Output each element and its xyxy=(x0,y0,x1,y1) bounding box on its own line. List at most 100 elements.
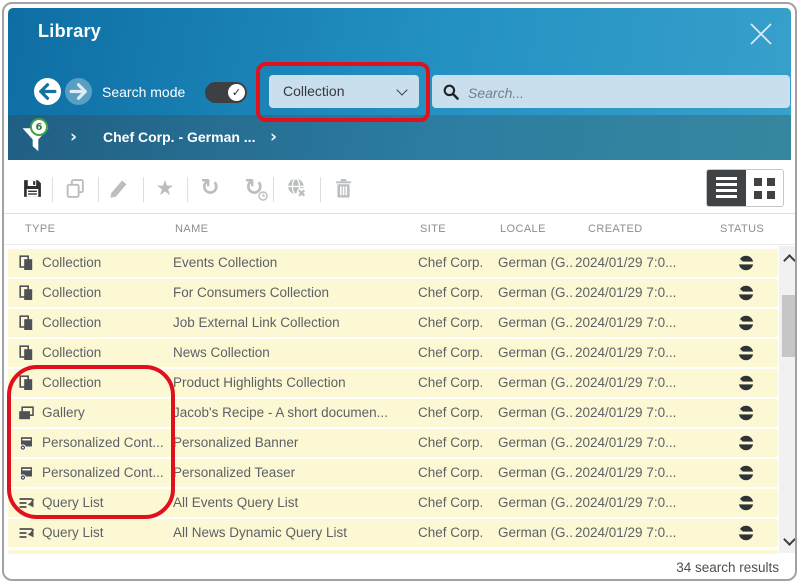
publication-status-icon xyxy=(738,345,754,361)
publication-status-icon xyxy=(738,495,754,511)
view-mode-toggle xyxy=(706,169,784,207)
publication-status-icon xyxy=(738,435,754,451)
search-field xyxy=(432,75,790,108)
cell-site: Chef Corp. xyxy=(418,489,494,517)
copy-button[interactable] xyxy=(63,176,87,200)
breadcrumb-item[interactable]: Chef Corp. - German ... xyxy=(103,129,255,145)
column-header-locale[interactable]: LOCALE xyxy=(500,223,546,235)
refresh-button[interactable]: ↻ xyxy=(198,176,222,200)
table-row[interactable]: Collection Events Collection Chef Corp. … xyxy=(8,249,778,277)
cell-type: Personalized Cont... xyxy=(42,429,170,457)
search-mode-toggle[interactable]: ✓ xyxy=(205,82,247,103)
cell-created: 2024/01/29 7:0... xyxy=(575,459,680,487)
cell-locale: German (G... xyxy=(498,279,572,307)
back-button[interactable] xyxy=(34,78,61,105)
clock-icon xyxy=(258,191,268,201)
column-header-name[interactable]: NAME xyxy=(175,223,208,235)
library-dialog: Library Search mode ✓ Collection xyxy=(2,2,797,581)
copy-icon xyxy=(65,178,86,199)
cell-name: Personalized Banner xyxy=(173,429,415,457)
content-type-icon xyxy=(18,525,34,541)
cell-site: Chef Corp. xyxy=(418,519,494,547)
table-row[interactable]: Personalized Cont... Personalized Banner… xyxy=(8,429,778,457)
publication-status-icon xyxy=(738,285,754,301)
cell-type: Query List xyxy=(42,489,170,517)
dialog-header: Library Search mode ✓ Collection xyxy=(8,8,791,115)
toolbar-divider xyxy=(98,177,99,202)
cell-locale: German (G... xyxy=(498,309,572,337)
publication-status-icon xyxy=(738,465,754,481)
cell-name: Job External Link Collection xyxy=(173,309,415,337)
cell-type: Collection xyxy=(42,339,170,367)
cell-name: All Events Query List xyxy=(173,489,415,517)
publication-status-icon xyxy=(738,525,754,541)
table-row[interactable]: Query List All Events Query List Chef Co… xyxy=(8,489,778,517)
cell-created: 2024/01/29 7:0... xyxy=(575,279,680,307)
star-icon: ★ xyxy=(156,177,175,199)
cell-name: Product Highlights Collection xyxy=(173,369,415,397)
cell-created: 2024/01/29 7:0... xyxy=(575,339,680,367)
column-header-created[interactable]: CREATED xyxy=(588,223,643,235)
favorite-button[interactable]: ★ xyxy=(153,176,177,200)
cell-name: For Consumers Collection xyxy=(173,279,415,307)
column-header-type[interactable]: TYPE xyxy=(25,223,55,235)
table-row[interactable]: Collection For Consumers Collection Chef… xyxy=(8,279,778,307)
grid-view-button[interactable] xyxy=(746,170,784,206)
cell-locale: German (G... xyxy=(498,489,572,517)
scroll-up-icon[interactable] xyxy=(783,254,796,267)
cell-locale: German (G... xyxy=(498,369,572,397)
edit-button[interactable] xyxy=(106,176,130,200)
breadcrumb-chevron-icon: › xyxy=(270,127,277,147)
column-header-site[interactable]: SITE xyxy=(420,223,446,235)
table-row[interactable]: Query List All News Dynamic Query List C… xyxy=(8,519,778,547)
toolbar-divider xyxy=(52,177,53,202)
cell-locale: German (G... xyxy=(498,429,572,457)
pencil-icon xyxy=(108,178,129,199)
breadcrumb-chevron-icon: › xyxy=(70,127,77,147)
check-icon: ✓ xyxy=(228,84,245,101)
table-row[interactable]: Collection Job External Link Collection … xyxy=(8,309,778,337)
trash-icon xyxy=(333,178,354,199)
table-row[interactable]: Collection News Collection Chef Corp. Ge… xyxy=(8,339,778,367)
cell-created: 2024/01/29 7:0... xyxy=(575,399,680,427)
search-mode-label: Search mode xyxy=(102,84,185,100)
content-type-icon xyxy=(18,345,34,361)
cell-locale: German (G... xyxy=(498,519,572,547)
cell-site: Chef Corp. xyxy=(418,249,494,277)
refresh-icon: ↻ xyxy=(200,177,219,199)
vertical-scrollbar[interactable] xyxy=(779,246,797,553)
delete-button[interactable] xyxy=(331,176,355,200)
refresh-schedule-button[interactable]: ↻ xyxy=(242,176,266,200)
scrollbar-thumb[interactable] xyxy=(782,295,795,357)
table-row[interactable]: Gallery Jacob's Recipe - A short documen… xyxy=(8,399,778,427)
save-button[interactable] xyxy=(20,176,44,200)
scroll-down-icon[interactable] xyxy=(783,533,796,546)
cell-type: Collection xyxy=(42,249,170,277)
table-row[interactable]: Personalized Cont... Personalized Teaser… xyxy=(8,459,778,487)
table-row[interactable]: Collection Product Highlights Collection… xyxy=(8,369,778,397)
content-type-icon xyxy=(18,435,34,451)
cell-site: Chef Corp. xyxy=(418,309,494,337)
list-view-button[interactable] xyxy=(707,170,746,206)
cell-created: 2024/01/29 7:0... xyxy=(575,429,680,457)
results-table: Collection Events Collection Chef Corp. … xyxy=(8,249,778,549)
cell-name: Events Collection xyxy=(173,249,415,277)
content-type-dropdown-value: Collection xyxy=(283,75,344,108)
cell-name: Personalized Teaser xyxy=(173,459,415,487)
cell-site: Chef Corp. xyxy=(418,399,494,427)
content-type-dropdown[interactable]: Collection xyxy=(269,75,419,108)
save-icon xyxy=(22,178,43,199)
cell-name: Jacob's Recipe - A short documen... xyxy=(173,399,415,427)
search-input[interactable] xyxy=(466,75,780,110)
content-type-icon xyxy=(18,405,34,421)
forward-button[interactable] xyxy=(65,78,92,105)
cell-created: 2024/01/29 7:0... xyxy=(575,489,680,517)
close-icon xyxy=(747,20,775,48)
cell-site: Chef Corp. xyxy=(418,429,494,457)
withdraw-button[interactable] xyxy=(285,176,309,200)
publication-status-icon xyxy=(738,405,754,421)
cell-locale: German (G... xyxy=(498,459,572,487)
column-header-status[interactable]: STATUS xyxy=(720,223,764,235)
arrow-left-icon xyxy=(34,78,61,105)
close-button[interactable] xyxy=(747,20,775,48)
